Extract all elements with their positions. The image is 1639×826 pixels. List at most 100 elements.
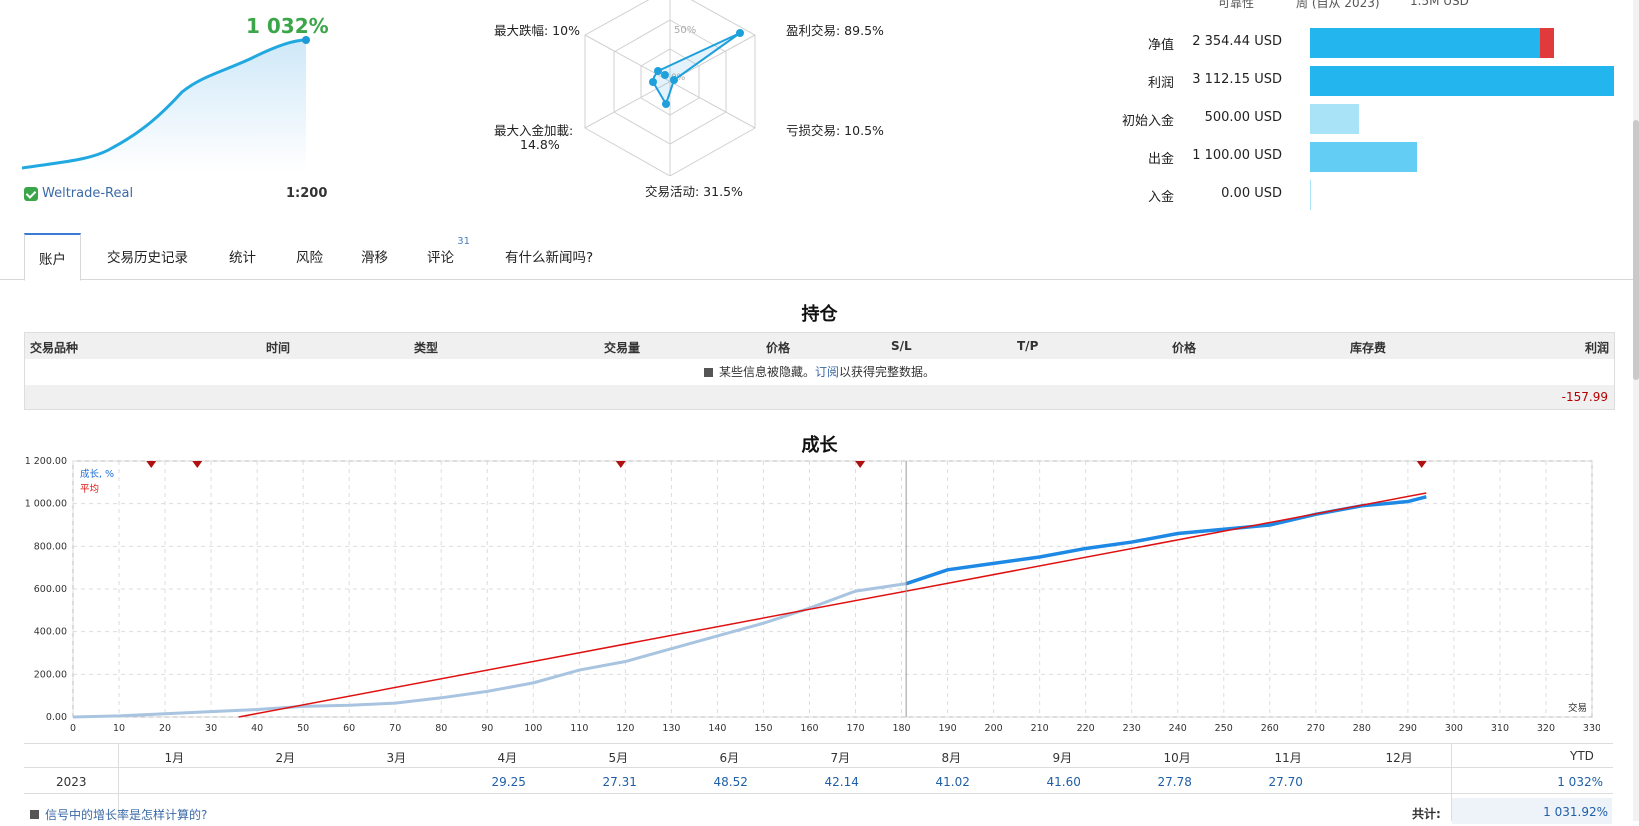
col-price-2: 价格 xyxy=(1172,341,1197,355)
positions-title: 持仓 xyxy=(801,304,838,325)
x-tick-label: 10 xyxy=(113,723,125,734)
x-tick-label: 140 xyxy=(708,723,726,734)
month-header: 9月 xyxy=(1052,751,1073,765)
balance-value: 500.00 USD xyxy=(1204,110,1282,125)
tab-account-label: 账户 xyxy=(39,252,66,268)
tab-bar: 账户 交易历史记录 统计 风险 滑移 评论 31 有什么新闻吗? xyxy=(0,233,1639,281)
month-value: 27.70 xyxy=(1268,775,1303,789)
x-tick-label: 0 xyxy=(70,723,76,734)
positions-header-row: 交易品种 时间 类型 交易量 价格 S/L T/P 价格 库存费 利润 xyxy=(25,333,1614,359)
y-tick-label: 400.00 xyxy=(34,627,67,638)
tab-risk[interactable]: 风险 xyxy=(282,233,337,279)
tab-statistics-label: 统计 xyxy=(229,250,256,266)
month-value: 27.78 xyxy=(1157,775,1192,789)
month-header: 12月 xyxy=(1385,751,1413,765)
growth-calc-help[interactable]: 信号中的增长率是怎样计算的? xyxy=(30,806,207,823)
legend-average: 平均 xyxy=(80,483,99,495)
x-tick-label: 280 xyxy=(1353,723,1371,734)
x-tick-label: 30 xyxy=(205,723,217,734)
col-sl: S/L xyxy=(891,339,912,353)
radar-value-polygon xyxy=(651,32,741,107)
balance-value: 3 112.15 USD xyxy=(1192,72,1282,87)
x-tick-label: 320 xyxy=(1537,723,1555,734)
month-header: 4月 xyxy=(497,751,518,765)
balance-bar-drawdown xyxy=(1540,28,1554,58)
month-header: 11月 xyxy=(1274,751,1302,765)
tab-statistics[interactable]: 统计 xyxy=(215,233,270,279)
y-tick-label: 1 200.00 xyxy=(25,456,67,467)
radar-point-loss xyxy=(670,76,678,84)
mini-growth-chart xyxy=(22,36,310,172)
x-tick-label: 110 xyxy=(570,723,588,734)
radar-label-loss: 亏损交易: 10.5% xyxy=(786,123,884,138)
radar-point-extra xyxy=(661,71,669,79)
mini-growth-endpoint xyxy=(302,36,310,44)
reviews-count-badge: 31 xyxy=(457,236,470,247)
tab-trade-history[interactable]: 交易历史记录 xyxy=(93,233,202,279)
x-tick-label: 180 xyxy=(892,723,910,734)
tab-news[interactable]: 有什么新闻吗? xyxy=(491,233,607,279)
x-tick-label: 160 xyxy=(800,723,818,734)
month-header: 6月 xyxy=(719,751,740,765)
x-tick-label: 330 xyxy=(1583,723,1600,734)
hidden-msg-a: 某些信息被隐藏。 xyxy=(718,365,815,379)
y-tick-label: 800.00 xyxy=(34,541,67,552)
month-value: 41.60 xyxy=(1046,775,1081,789)
x-tick-label: 170 xyxy=(846,723,864,734)
tab-slippage[interactable]: 滑移 xyxy=(347,233,402,279)
tab-news-label: 有什么新闻吗? xyxy=(505,250,594,266)
month-value: 41.02 xyxy=(935,775,970,789)
subscribers-funds-header: 1.5M USD xyxy=(1410,0,1469,8)
info-icon xyxy=(30,810,39,819)
tab-trade-history-label: 交易历史记录 xyxy=(107,250,188,266)
legend-growth: 成长, % xyxy=(80,468,114,480)
month-header: 10月 xyxy=(1163,751,1191,765)
mini-growth-area xyxy=(22,40,306,172)
y-tick-label: 1 000.00 xyxy=(25,499,67,510)
weeks-header: 周 (自从 2023) xyxy=(1296,0,1380,10)
radar-point-drawdown xyxy=(654,67,662,75)
x-tick-label: 270 xyxy=(1307,723,1325,734)
month-value: 48.52 xyxy=(713,775,748,789)
x-tick-label: 100 xyxy=(524,723,542,734)
x-tick-label: 250 xyxy=(1215,723,1233,734)
subscribe-link[interactable]: 订阅 xyxy=(815,365,839,379)
tab-account[interactable]: 账户 xyxy=(24,233,81,281)
month-header: 2月 xyxy=(275,751,296,765)
leverage: 1:200 xyxy=(286,186,328,201)
tab-reviews[interactable]: 评论 31 xyxy=(413,233,476,279)
page-scrollbar[interactable] xyxy=(1633,0,1639,821)
positions-total-row: -157.99 xyxy=(25,385,1614,409)
col-time: 时间 xyxy=(266,341,291,355)
x-tick-label: 260 xyxy=(1261,723,1279,734)
month-header: 7月 xyxy=(830,751,851,765)
broker-link[interactable]: Weltrade-Real xyxy=(24,186,133,201)
positions-hidden-row: 某些信息被隐藏。订阅以获得完整数据。 xyxy=(25,359,1614,385)
y-tick-label: 600.00 xyxy=(34,584,67,595)
x-tick-label: 200 xyxy=(985,723,1003,734)
total-gain: 1 032% xyxy=(246,14,329,38)
x-tick-label: 130 xyxy=(662,723,680,734)
balance-bar xyxy=(1310,180,1311,210)
col-price: 价格 xyxy=(766,341,791,355)
balance-value: 2 354.44 USD xyxy=(1192,34,1282,49)
month-value: 29.25 xyxy=(491,775,526,789)
x-tick-label: 210 xyxy=(1031,723,1049,734)
x-tick-label: 240 xyxy=(1169,723,1187,734)
x-tick-label: 70 xyxy=(389,723,401,734)
total-label: 共计: xyxy=(1412,807,1441,821)
growth-calc-help-text: 信号中的增长率是怎样计算的? xyxy=(45,808,208,822)
y-tick-label: 0.00 xyxy=(46,712,67,723)
x-tick-label: 90 xyxy=(481,723,493,734)
growth-title: 成长 xyxy=(801,435,838,456)
hidden-msg-b: 以获得完整数据。 xyxy=(839,365,936,379)
x-tick-label: 80 xyxy=(435,723,447,734)
col-type: 类型 xyxy=(414,341,439,355)
radar-chart: 50% 0% xyxy=(584,0,756,176)
radar-label-drawdown: 最大跌幅: 10% xyxy=(494,23,580,38)
x-tick-label: 190 xyxy=(939,723,957,734)
month-header: 8月 xyxy=(941,751,962,765)
monthly-table: 1月 2月 3月 4月 29.25 5月 27.31 6月 48.52 7月 42.14 8月 41.0… xyxy=(24,743,1613,821)
balance-bar xyxy=(1310,104,1359,134)
y-tick-label: 200.00 xyxy=(34,669,67,680)
